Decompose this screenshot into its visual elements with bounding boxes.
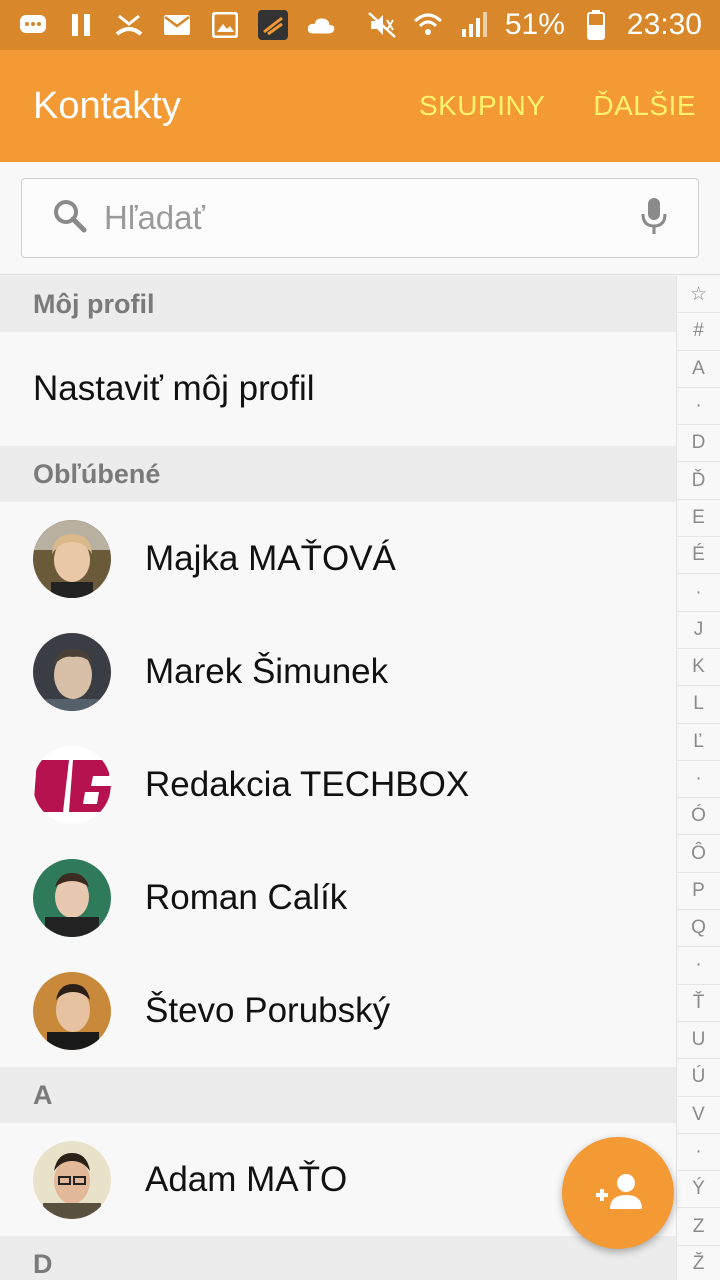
avatar bbox=[33, 858, 111, 937]
list-item[interactable]: Redakcia TECHBOX bbox=[0, 728, 676, 841]
mute-icon bbox=[367, 10, 397, 40]
contact-list[interactable]: Môj profil Nastaviť môj profil Obľúbené … bbox=[0, 276, 676, 1280]
search-icon bbox=[52, 198, 88, 239]
list-item[interactable]: Števo Porubský bbox=[0, 954, 676, 1067]
contact-name: Roman Calík bbox=[145, 877, 348, 917]
index-letter[interactable]: # bbox=[677, 313, 720, 351]
alphabet-index[interactable]: ☆ # A · D Ď E É · J K L Ľ · Ó Ô P Q · Ť U Ú V · Ý Z Ž bbox=[676, 276, 720, 1280]
list-item[interactable]: Marek Šimunek bbox=[0, 615, 676, 728]
index-letter[interactable]: Ý bbox=[677, 1171, 720, 1209]
index-letter[interactable]: E bbox=[677, 500, 720, 538]
mail-icon bbox=[162, 10, 192, 40]
index-letter[interactable]: J bbox=[677, 612, 720, 649]
avatar bbox=[33, 632, 111, 711]
index-letter[interactable]: · bbox=[677, 761, 720, 799]
index-letter[interactable]: Ó bbox=[677, 798, 720, 836]
index-letter[interactable]: É bbox=[677, 537, 720, 575]
index-letter[interactable]: Z bbox=[677, 1208, 720, 1246]
cloud-icon bbox=[306, 10, 336, 40]
signal-icon bbox=[459, 10, 489, 40]
wifi-icon bbox=[413, 10, 443, 40]
index-letter[interactable]: Ď bbox=[677, 462, 720, 500]
avatar bbox=[33, 745, 111, 824]
battery-icon bbox=[581, 10, 611, 40]
app-icon bbox=[258, 10, 288, 40]
index-letter[interactable]: P bbox=[677, 873, 720, 911]
list-item[interactable]: Roman Calík bbox=[0, 841, 676, 954]
index-letter[interactable]: K bbox=[677, 649, 720, 687]
index-letter[interactable]: D bbox=[677, 425, 720, 463]
index-letter[interactable]: · bbox=[677, 388, 720, 426]
chat-icon bbox=[18, 10, 48, 40]
index-letter[interactable]: U bbox=[677, 1022, 720, 1060]
missed-call-icon bbox=[114, 10, 144, 40]
groups-button[interactable]: SKUPINY bbox=[419, 90, 545, 122]
clock: 23:30 bbox=[626, 8, 702, 41]
section-header-d: D bbox=[0, 1236, 676, 1280]
search-placeholder: Hľadať bbox=[104, 199, 205, 236]
avatar bbox=[33, 971, 111, 1050]
page-title: Kontakty bbox=[33, 84, 181, 127]
contact-name: Majka MAŤOVÁ bbox=[145, 538, 396, 578]
index-letter[interactable]: · bbox=[677, 947, 720, 985]
index-letter[interactable]: Ô bbox=[677, 835, 720, 873]
index-letter[interactable]: V bbox=[677, 1097, 720, 1134]
list-item[interactable]: Majka MAŤOVÁ bbox=[0, 502, 676, 615]
setup-profile-item[interactable]: Nastaviť môj profil bbox=[0, 332, 676, 446]
index-letter[interactable]: L bbox=[677, 686, 720, 724]
index-letter[interactable]: · bbox=[677, 1134, 720, 1172]
contact-name: Marek Šimunek bbox=[145, 651, 389, 691]
battery-percent: 51% bbox=[504, 8, 565, 41]
contact-name: Redakcia TECHBOX bbox=[145, 764, 470, 804]
section-header-my-profile: Môj profil bbox=[0, 276, 676, 332]
section-header-favorites: Obľúbené bbox=[0, 446, 676, 502]
index-letter[interactable]: · bbox=[677, 574, 720, 612]
pause-icon bbox=[66, 10, 96, 40]
index-letter[interactable]: Ú bbox=[677, 1059, 720, 1097]
search-bar: Hľadať bbox=[0, 162, 720, 275]
index-letter[interactable]: Ľ bbox=[677, 724, 720, 761]
gallery-icon bbox=[210, 10, 240, 40]
app-bar: Kontakty SKUPINY ĎALŠIE bbox=[0, 50, 720, 162]
contact-name: Adam MAŤO bbox=[145, 1159, 348, 1199]
index-letter[interactable]: A bbox=[677, 351, 720, 388]
status-bar: 51% 23:30 bbox=[0, 0, 720, 50]
more-button[interactable]: ĎALŠIE bbox=[593, 90, 696, 122]
search-input[interactable]: Hľadať bbox=[21, 178, 699, 258]
add-contact-button[interactable] bbox=[562, 1137, 674, 1249]
contact-name: Števo Porubský bbox=[145, 990, 391, 1030]
index-letter[interactable]: Q bbox=[677, 910, 720, 948]
microphone-icon[interactable] bbox=[640, 196, 668, 241]
section-header-a: A bbox=[0, 1067, 676, 1123]
index-letter[interactable]: Ž bbox=[677, 1246, 720, 1280]
index-letter[interactable]: Ť bbox=[677, 985, 720, 1022]
avatar bbox=[33, 519, 111, 598]
index-letter[interactable]: ☆ bbox=[677, 276, 720, 314]
avatar bbox=[33, 1140, 111, 1219]
add-person-icon bbox=[592, 1171, 644, 1216]
